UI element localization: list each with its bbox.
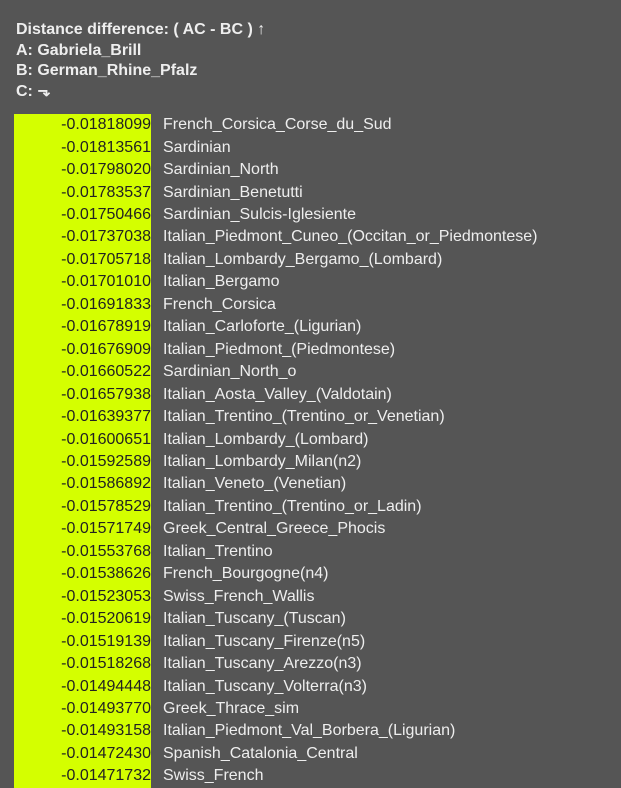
table-row: -0.01493770 Greek_Thrace_sim <box>14 697 614 721</box>
distance-value: -0.01660522 <box>14 360 151 384</box>
population-name: Italian_Piedmont_Cuneo_(Occitan_or_Piedm… <box>163 228 538 246</box>
table-row: -0.01798020 Sardinian_North <box>14 158 614 182</box>
distance-value: -0.01592589 <box>14 450 151 474</box>
population-name: Italian_Tuscany_(Tuscan) <box>163 610 346 628</box>
population-name: Sardinian_North <box>163 161 279 179</box>
table-row: -0.01691833 French_Corsica <box>14 293 614 317</box>
table-row: -0.01676909 Italian_Piedmont_(Piedmontese… <box>14 338 614 361</box>
population-name: Italian_Lombardy_Bergamo_(Lombard) <box>163 250 443 268</box>
table-row: -0.01519139 Italian_Tuscany_Firenze(n5) <box>14 630 614 653</box>
population-name: Italian_Veneto_(Venetian) <box>163 475 347 493</box>
table-row: -0.01553768 Italian_Trentino <box>14 540 614 564</box>
distance-value: -0.01571749 <box>14 518 151 541</box>
table-row: -0.01538626 French_Bourgogne(n4) <box>14 563 614 586</box>
distance-value: -0.01798020 <box>14 158 151 182</box>
population-name: Italian_Lombardy_(Lombard) <box>163 430 369 448</box>
results-table: -0.01818099 French_Corsica_Corse_du_Sud -0… <box>14 114 614 788</box>
population-name: French_Bourgogne(n4) <box>163 565 329 583</box>
table-row: -0.01494448 Italian_Tuscany_Volterra(n3) <box>14 675 614 698</box>
table-row: -0.01701010 Italian_Bergamo <box>14 271 614 294</box>
header: Distance difference: ( AC - BC ) ↑ A: Ga… <box>16 20 265 102</box>
distance-value: -0.01705718 <box>14 248 151 272</box>
table-row: -0.01660522 Sardinian_North_o <box>14 360 614 384</box>
population-name: Spanish_Catalonia_Central <box>163 744 358 762</box>
table-row: -0.01639377 Italian_Trentino_(Trentino_or… <box>14 405 614 429</box>
distance-value: -0.01657938 <box>14 383 151 406</box>
population-name: Sardinian <box>163 138 231 156</box>
population-name: Italian_Tuscany_Arezzo(n3) <box>163 655 362 673</box>
distance-value: -0.01750466 <box>14 203 151 227</box>
population-name: French_Corsica <box>163 295 276 313</box>
table-row: -0.01813561 Sardinian <box>14 136 614 159</box>
table-row: -0.01705718 Italian_Lombardy_Bergamo_(Lom… <box>14 248 614 272</box>
distance-value: -0.01493770 <box>14 697 151 721</box>
table-row: -0.01600651 Italian_Lombardy_(Lombard) <box>14 428 614 451</box>
distance-value: -0.01494448 <box>14 675 151 698</box>
table-row: -0.01571749 Greek_Central_Greece_Phocis <box>14 518 614 541</box>
population-c-label: C: ⬎ <box>16 82 51 100</box>
distance-value: -0.01691833 <box>14 293 151 317</box>
population-name: Italian_Trentino <box>163 542 273 560</box>
table-row: -0.01586892 Italian_Veneto_(Venetian) <box>14 473 614 496</box>
population-name: Greek_Thrace_sim <box>163 700 300 717</box>
distance-value: -0.01600651 <box>14 428 151 451</box>
distance-value: -0.01520619 <box>14 607 151 631</box>
population-name: Italian_Aosta_Valley_(Valdotain) <box>163 385 392 403</box>
distance-value: -0.01783537 <box>14 181 151 204</box>
table-row: -0.01472430 Spanish_Catalonia_Central <box>14 742 614 766</box>
population-name: Italian_Carloforte_(Ligurian) <box>163 318 362 336</box>
table-row: -0.01520619 Italian_Tuscany_(Tuscan) <box>14 607 614 631</box>
table-row: -0.01783537 Sardinian_Benetutti <box>14 181 614 204</box>
distance-value: -0.01813561 <box>14 136 151 159</box>
table-row: -0.01592589 Italian_Lombardy_Milan(n2) <box>14 450 614 474</box>
table-row: -0.01657938 Italian_Aosta_Valley_(Valdota… <box>14 383 614 406</box>
table-row: -0.01737038 Italian_Piedmont_Cuneo_(Occit… <box>14 226 614 249</box>
population-name: French_Corsica_Corse_du_Sud <box>163 116 392 134</box>
population-name: Italian_Trentino_(Trentino_or_Venetian) <box>163 408 445 426</box>
distance-value: -0.01518268 <box>14 652 151 676</box>
distance-value: -0.01553768 <box>14 540 151 564</box>
distance-value: -0.01676909 <box>14 338 151 361</box>
table-row: -0.01518268 Italian_Tuscany_Arezzo(n3) <box>14 652 614 676</box>
table-row: -0.01471732 Swiss_French <box>14 765 614 788</box>
table-row: -0.01523053 Swiss_French_Wallis <box>14 585 614 608</box>
population-name: Italian_Bergamo <box>163 273 280 291</box>
distance-value: -0.01737038 <box>14 226 151 249</box>
population-name: Sardinian_Sulcis-Iglesiente <box>163 206 356 224</box>
distance-value: -0.01523053 <box>14 585 151 608</box>
distance-value: -0.01538626 <box>14 563 151 586</box>
population-a-label: A: Gabriela_Brill <box>16 41 142 59</box>
population-name: Italian_Piedmont_Val_Borbera_(Ligurian) <box>163 722 456 740</box>
distance-value: -0.01519139 <box>14 630 151 653</box>
distance-value: -0.01639377 <box>14 405 151 429</box>
population-name: Swiss_French <box>163 767 264 785</box>
distance-value: -0.01471732 <box>14 765 151 788</box>
table-row: -0.01578529 Italian_Trentino_(Trentino_or… <box>14 495 614 519</box>
distance-value: -0.01678919 <box>14 316 151 339</box>
population-name: Italian_Lombardy_Milan(n2) <box>163 453 362 471</box>
distance-value: -0.01578529 <box>14 495 151 519</box>
distance-value: -0.01818099 <box>14 114 151 137</box>
table-row: -0.01678919 Italian_Carloforte_(Ligurian) <box>14 316 614 339</box>
population-name: Greek_Central_Greece_Phocis <box>163 520 386 538</box>
distance-value: -0.01586892 <box>14 473 151 496</box>
population-name: Swiss_French_Wallis <box>163 587 315 605</box>
population-name: Italian_Piedmont_(Piedmontese) <box>163 340 396 358</box>
distance-title: Distance difference: ( AC - BC ) ↑ <box>16 21 266 38</box>
table-row: -0.01818099 French_Corsica_Corse_du_Sud <box>14 114 614 137</box>
distance-value: -0.01472430 <box>14 742 151 766</box>
population-name: Sardinian_Benetutti <box>163 183 303 201</box>
table-row: -0.01750466 Sardinian_Sulcis-Iglesiente <box>14 203 614 227</box>
population-name: Sardinian_North_o <box>163 363 297 381</box>
population-b-label: B: German_Rhine_Pfalz <box>16 62 198 79</box>
population-name: Italian_Tuscany_Firenze(n5) <box>163 632 366 650</box>
distance-value: -0.01701010 <box>14 271 151 294</box>
population-name: Italian_Tuscany_Volterra(n3) <box>163 677 367 695</box>
table-row: -0.01493158 Italian_Piedmont_Val_Borbera_… <box>14 720 614 743</box>
population-name: Italian_Trentino_(Trentino_or_Ladin) <box>163 497 422 515</box>
distance-value: -0.01493158 <box>14 720 151 743</box>
